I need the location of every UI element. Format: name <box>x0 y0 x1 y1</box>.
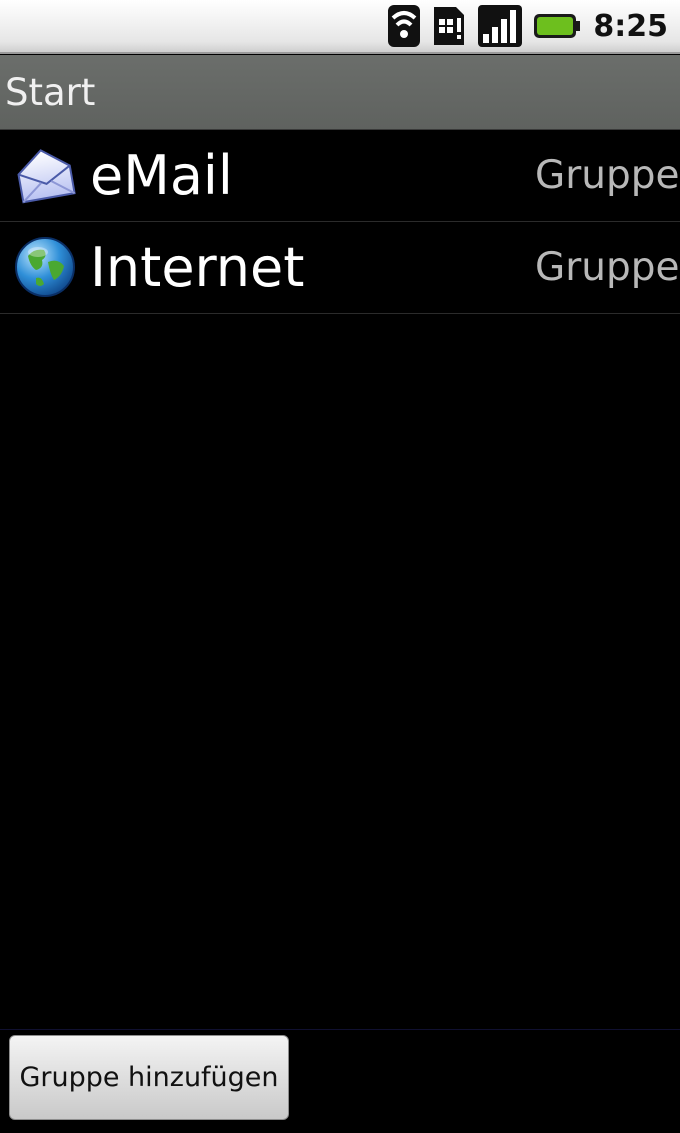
bottom-divider <box>0 1029 680 1030</box>
list-item-group: Gruppe <box>535 153 680 198</box>
list-item-label: eMail <box>90 144 233 207</box>
add-group-button[interactable]: Gruppe hinzufügen <box>9 1035 289 1120</box>
email-envelope-icon <box>14 144 76 206</box>
list-item-label: Internet <box>90 236 305 299</box>
list-item-email[interactable]: eMail Gruppe <box>0 130 680 222</box>
wifi-icon <box>387 4 421 48</box>
item-list: eMail Gruppe Internet Gruppe <box>0 130 680 314</box>
battery-icon <box>533 10 581 42</box>
title-bar: Start <box>0 55 680 130</box>
list-item-group: Gruppe <box>535 245 680 290</box>
status-bar: 8:25 <box>0 0 680 54</box>
status-time: 8:25 <box>593 8 668 44</box>
page-title: Start <box>5 71 96 114</box>
signal-icon <box>477 4 523 48</box>
globe-icon <box>14 236 76 298</box>
status-icons: 8:25 <box>387 0 668 52</box>
sim-icon <box>431 4 467 48</box>
list-item-internet[interactable]: Internet Gruppe <box>0 222 680 314</box>
